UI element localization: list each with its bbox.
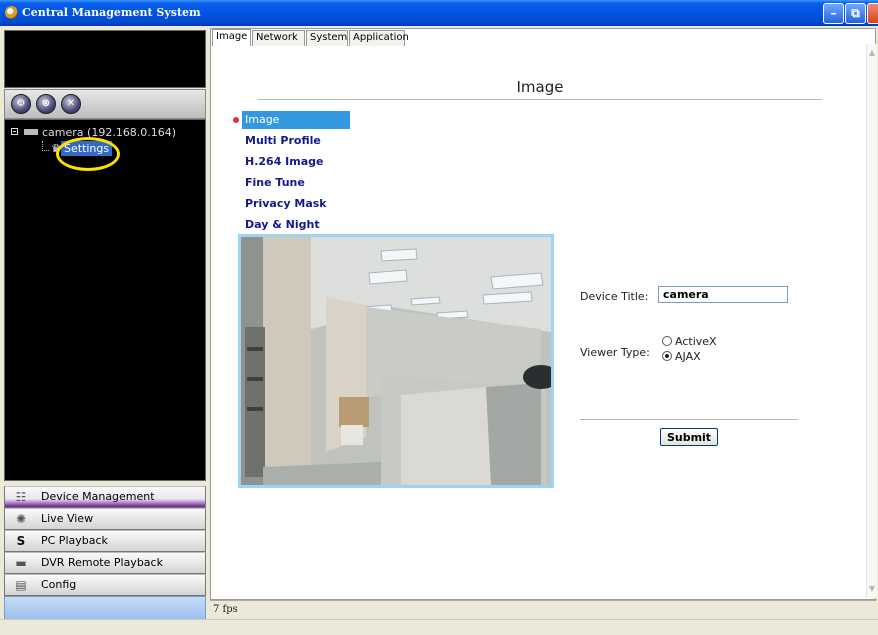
tab-system[interactable]: System [306,30,348,46]
viewer-option-ajax[interactable]: AJAX [662,350,701,363]
menu-item-privacy-mask[interactable]: Privacy Mask [245,195,365,216]
nav-item-dvr-remote-playback[interactable]: ▬ DVR Remote Playback [4,552,206,574]
vertical-scrollbar[interactable]: ▲ ▼ [866,44,877,598]
delete-button[interactable]: ✕ [61,94,81,114]
connect-icon: ⚙ [16,98,26,109]
camera-icon [24,129,38,135]
disconnect-icon: ⊗ [41,98,51,109]
nav-item-label: DVR Remote Playback [41,556,163,569]
settings-menu: Image Multi Profile H.264 Image Fine Tun… [233,111,365,237]
collapse-icon[interactable] [11,128,18,135]
nav-item-label: PC Playback [41,534,108,547]
active-bullet-icon [233,117,239,123]
device-management-icon: ☷ [15,490,27,504]
menu-item-image[interactable]: Image [242,111,350,129]
minimize-button[interactable]: – [823,3,844,24]
device-tree: camera (192.168.0.164) ♛ Settings [4,119,206,481]
scroll-up-icon[interactable]: ▲ [867,48,877,60]
disconnect-button[interactable]: ⊗ [36,94,56,114]
camera-video-feed [238,234,554,488]
nav-item-config[interactable]: ▤ Config [4,574,206,596]
app-window: Central Management System – ⧉ ⚙ ⊗ ✕ came… [0,0,878,635]
minimize-icon: – [830,6,837,20]
device-title-input[interactable] [658,286,788,303]
office-scene-image [241,237,551,485]
viewer-type-label: Viewer Type: [580,346,650,359]
viewer-option-activex[interactable]: ActiveX [662,335,717,348]
device-title-label: Device Title: [580,290,649,303]
scroll-down-icon[interactable]: ▼ [867,584,877,596]
annotation-highlight-ring [56,137,120,171]
nav-item-label: Live View [41,512,94,525]
nav-item-label: Device Management [41,490,155,503]
submit-button[interactable]: Submit [660,428,718,446]
viewer-option-label: AJAX [675,350,701,363]
nav-item-label: Config [41,578,77,591]
fps-readout: 7 fps [213,604,238,615]
menu-item-h264-image[interactable]: H.264 Image [245,153,365,174]
page-title: Image [516,78,564,96]
tree-item-camera-label: camera (192.168.0.164) [42,126,177,139]
live-view-icon: ✺ [15,512,27,526]
config-icon: ▤ [15,578,27,592]
nav-list: ☷ Device Management ✺ Live View S PC Pla… [4,486,206,620]
connect-button[interactable]: ⚙ [11,94,31,114]
maximize-button[interactable]: ⧉ [845,3,866,24]
tab-application[interactable]: Application [349,30,409,46]
tab-image[interactable]: Image [212,29,251,46]
radio-ajax[interactable] [662,351,672,361]
pc-playback-icon: S [16,534,26,548]
live-preview-panel [4,30,206,88]
menu-item-fine-tune[interactable]: Fine Tune [245,174,365,195]
nav-item-pc-playback[interactable]: S PC Playback [4,530,206,552]
divider [580,419,798,421]
tab-network[interactable]: Network [252,30,305,46]
title-bar[interactable]: Central Management System – ⧉ [0,0,878,26]
app-icon [5,6,18,19]
divider [258,99,822,101]
nav-item-device-management[interactable]: ☷ Device Management [4,486,206,508]
dvr-remote-playback-icon: ▬ [15,556,27,570]
nav-footer [4,596,206,620]
maximize-icon: ⧉ [851,6,860,20]
status-bar: 7 fps [210,600,876,618]
nav-item-live-view[interactable]: ✺ Live View [4,508,206,530]
window-bottom-edge [0,619,878,635]
menu-item-multi-profile[interactable]: Multi Profile [245,132,365,153]
radio-activex[interactable] [662,336,672,346]
close-button[interactable] [867,3,878,24]
device-toolbar: ⚙ ⊗ ✕ [4,89,206,119]
delete-icon: ✕ [66,98,76,109]
tree-connector [42,150,49,151]
viewer-option-label: ActiveX [675,335,717,348]
window-title: Central Management System [22,6,201,19]
